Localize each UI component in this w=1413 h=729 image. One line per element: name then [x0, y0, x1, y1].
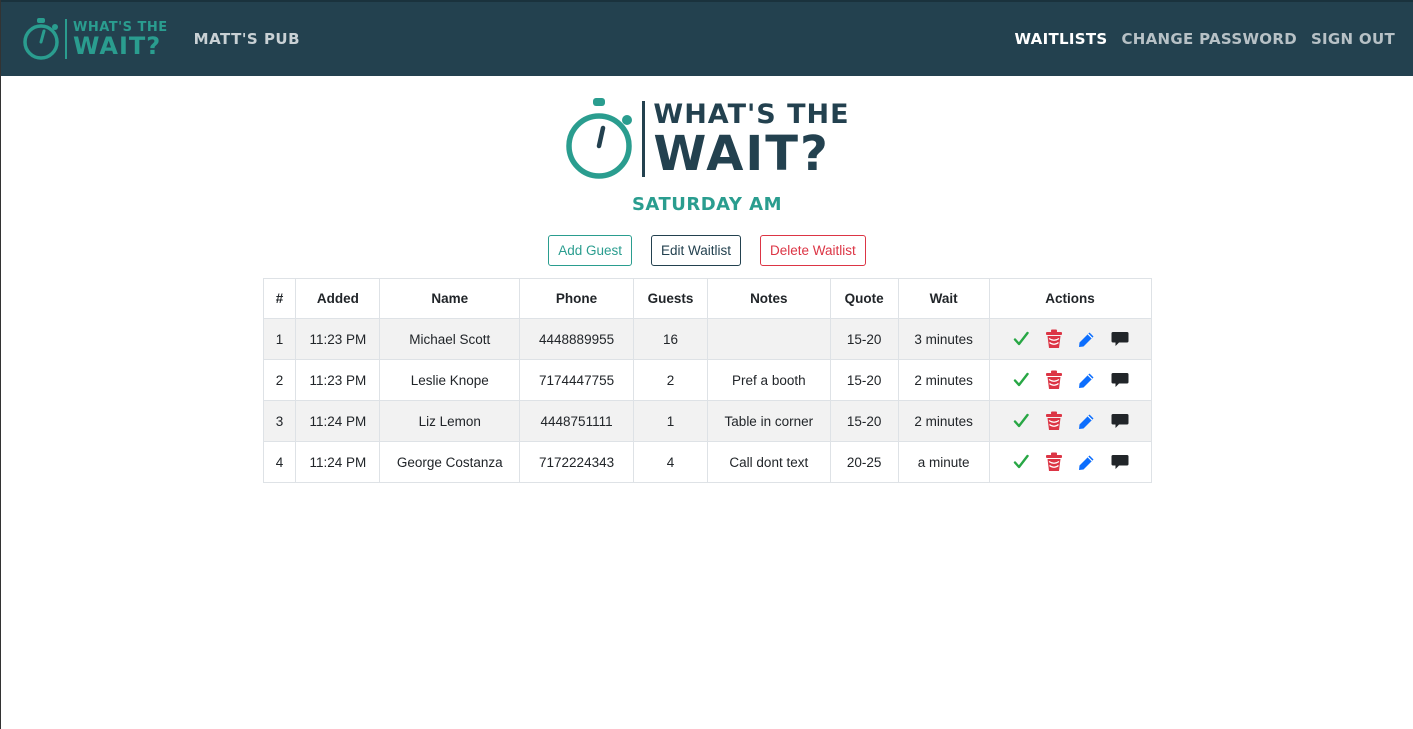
header-notes: Notes: [706, 278, 831, 319]
header-guests: Guests: [633, 278, 708, 319]
edit-waitlist-button[interactable]: Edit Waitlist: [651, 235, 742, 266]
cell-guests: 2: [633, 359, 708, 401]
cell-notes: [706, 318, 831, 360]
table-row: 4 11:24 PM George Costanza 7172224343 4 Call …: [262, 441, 1152, 483]
cell-notes: Call dont text: [706, 441, 831, 483]
trash-icon[interactable]: [1044, 370, 1064, 390]
nav-logo[interactable]: WHAT'S THE WAIT?: [21, 16, 168, 62]
check-icon[interactable]: [1011, 370, 1031, 390]
cell-guests: 16: [633, 318, 708, 360]
message-icon[interactable]: [1110, 370, 1130, 390]
cell-number: 4: [262, 441, 297, 483]
header-quote: Quote: [829, 278, 899, 319]
main-content: WHAT'S THE WAIT? SATURDAY AM Add Guest E…: [1, 76, 1413, 483]
table-row: 2 11:23 PM Leslie Knope 7174447755 2 Pref a b…: [262, 359, 1152, 401]
restaurant-name[interactable]: MATT'S PUB: [194, 30, 300, 48]
cell-phone: 4448889955: [519, 318, 635, 360]
trash-icon[interactable]: [1044, 452, 1064, 472]
cell-name: Leslie Knope: [379, 359, 521, 401]
pencil-icon[interactable]: [1077, 370, 1097, 390]
pencil-icon[interactable]: [1077, 411, 1097, 431]
cell-phone: 4448751111: [519, 400, 635, 442]
nav-link-sign-out[interactable]: SIGN OUT: [1311, 30, 1395, 48]
cell-guests: 1: [633, 400, 708, 442]
cell-quote: 15-20: [829, 359, 899, 401]
button-row: Add Guest Edit Waitlist Delete Waitlist: [548, 235, 866, 266]
cell-wait: a minute: [897, 441, 990, 483]
hero-divider: [642, 101, 646, 177]
cell-phone: 7174447755: [519, 359, 635, 401]
cell-quote: 15-20: [829, 318, 899, 360]
cell-actions: [988, 359, 1152, 401]
cell-name: Michael Scott: [379, 318, 521, 360]
nav-links: WAITLISTS CHANGE PASSWORD SIGN OUT: [1015, 30, 1396, 48]
delete-waitlist-button[interactable]: Delete Waitlist: [760, 235, 866, 266]
add-guest-button[interactable]: Add Guest: [548, 235, 632, 266]
cell-actions: [988, 400, 1152, 442]
table-row: 1 11:23 PM Michael Scott 4448889955 16 15-20 3…: [262, 318, 1152, 360]
check-icon[interactable]: [1011, 452, 1031, 472]
logo-divider: [65, 19, 67, 59]
cell-guests: 4: [633, 441, 708, 483]
message-icon[interactable]: [1110, 411, 1130, 431]
header-phone: Phone: [519, 278, 635, 319]
trash-icon[interactable]: [1044, 329, 1064, 349]
cell-wait: 2 minutes: [897, 400, 990, 442]
cell-added: 11:24 PM: [295, 441, 381, 483]
cell-quote: 20-25: [829, 441, 899, 483]
header-actions: Actions: [988, 278, 1152, 319]
pencil-icon[interactable]: [1077, 452, 1097, 472]
header-name: Name: [379, 278, 521, 319]
cell-number: 2: [262, 359, 297, 401]
header-number: #: [262, 278, 297, 319]
cell-added: 11:23 PM: [295, 318, 381, 360]
message-icon[interactable]: [1110, 452, 1130, 472]
cell-notes: Table in corner: [706, 400, 831, 442]
cell-number: 1: [262, 318, 297, 360]
cell-wait: 3 minutes: [897, 318, 990, 360]
cell-actions: [988, 441, 1152, 483]
table-header-row: # Added Name Phone Guests Notes Quote Wa…: [262, 278, 1152, 319]
hero-logo: WHAT'S THE WAIT?: [564, 98, 849, 180]
cell-wait: 2 minutes: [897, 359, 990, 401]
cell-name: George Costanza: [379, 441, 521, 483]
cell-added: 11:23 PM: [295, 359, 381, 401]
stopwatch-icon: [566, 98, 633, 179]
trash-icon[interactable]: [1044, 411, 1064, 431]
stopwatch-icon: [23, 18, 59, 60]
cell-actions: [988, 318, 1152, 360]
header-wait: Wait: [897, 278, 990, 319]
cell-added: 11:24 PM: [295, 400, 381, 442]
cell-quote: 15-20: [829, 400, 899, 442]
nav-link-change-password[interactable]: CHANGE PASSWORD: [1121, 30, 1296, 48]
cell-number: 3: [262, 400, 297, 442]
check-icon[interactable]: [1011, 411, 1031, 431]
cell-phone: 7172224343: [519, 441, 635, 483]
header-added: Added: [295, 278, 381, 319]
cell-notes: Pref a booth: [706, 359, 831, 401]
pencil-icon[interactable]: [1077, 329, 1097, 349]
cell-name: Liz Lemon: [379, 400, 521, 442]
navbar: WHAT'S THE WAIT? MATT'S PUB WAITLISTS CH…: [1, 0, 1413, 76]
check-icon[interactable]: [1011, 329, 1031, 349]
hero-logo-top: WHAT'S THE: [653, 98, 850, 130]
message-icon[interactable]: [1110, 329, 1130, 349]
table-row: 3 11:24 PM Liz Lemon 4448751111 1 Table in co…: [262, 400, 1152, 442]
hero-logo-bottom: WAIT?: [653, 125, 830, 182]
nav-link-waitlists[interactable]: WAITLISTS: [1015, 30, 1108, 48]
logo-bottom-text: WAIT?: [73, 31, 162, 60]
waitlist-title: SATURDAY AM: [631, 194, 783, 215]
waitlist-table: # Added Name Phone Guests Notes Quote Wa…: [262, 278, 1152, 483]
